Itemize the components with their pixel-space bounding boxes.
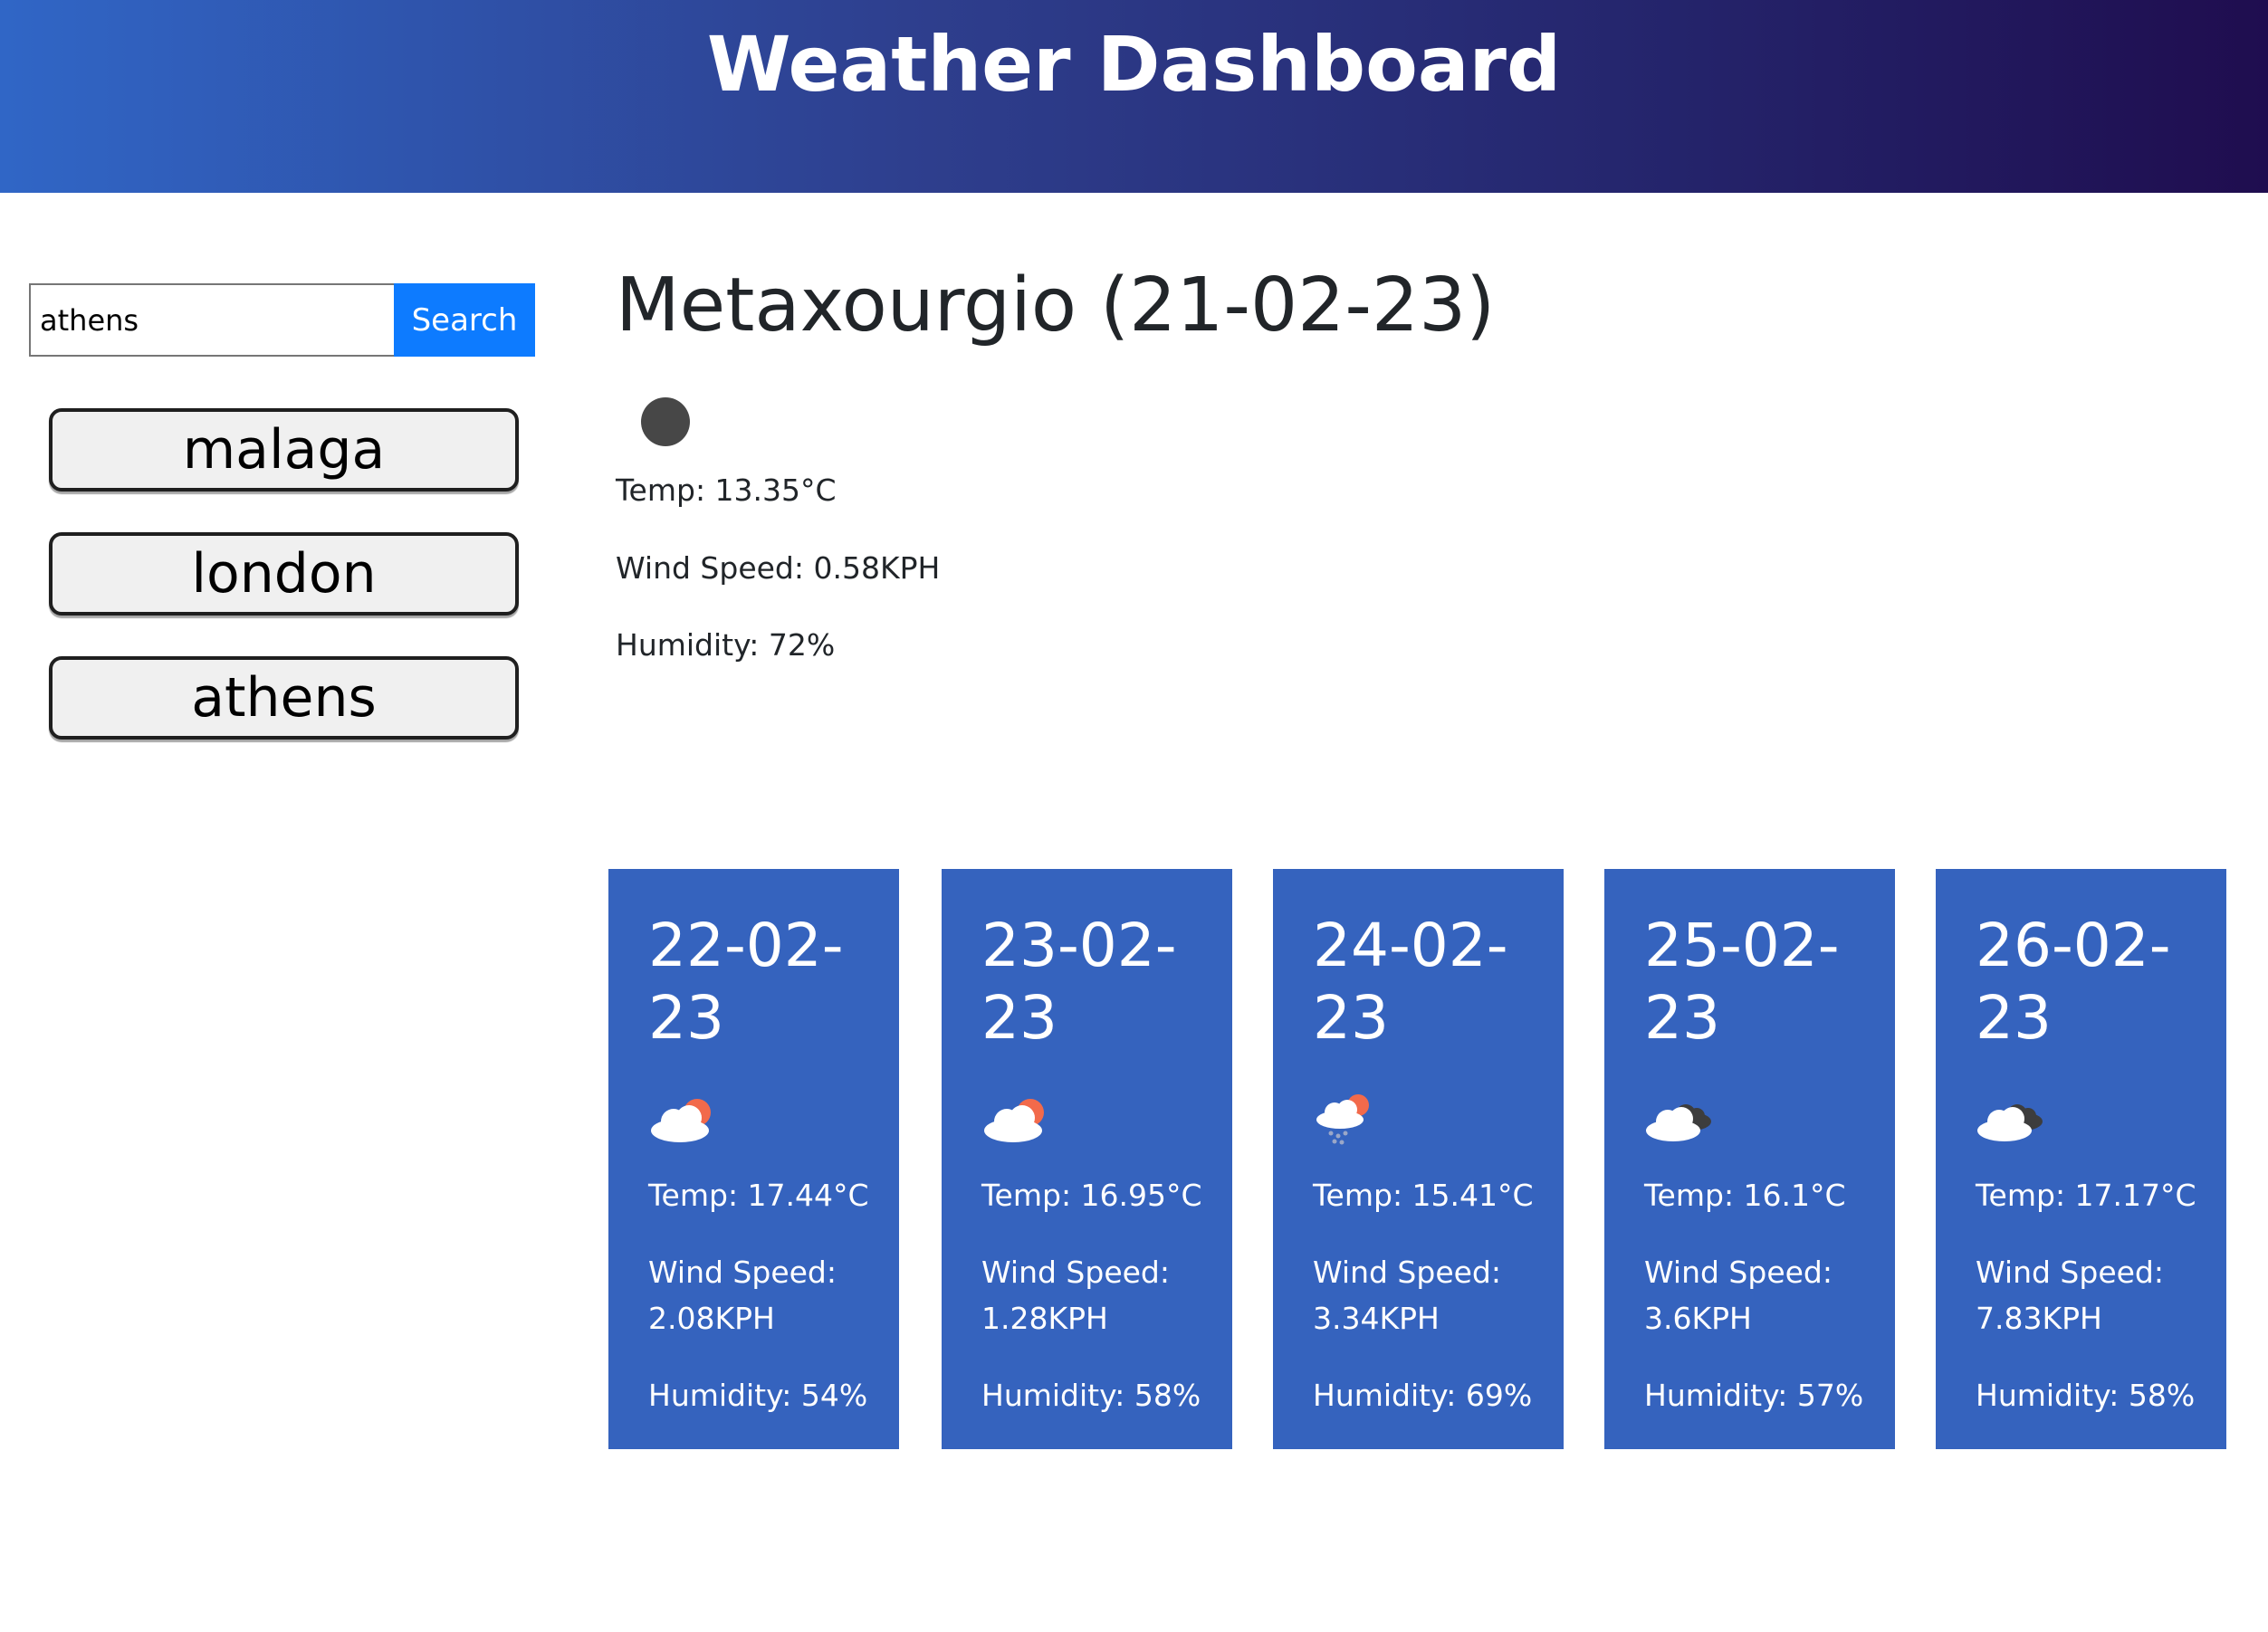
forecast-temp: Temp: 16.95°C bbox=[981, 1178, 1202, 1213]
cloud-with-sun-icon bbox=[981, 1091, 1054, 1145]
forecast-card: 25-02-23 Temp: 16.1°C Wind Speed: 3.6KPH… bbox=[1604, 869, 1895, 1449]
cloud-with-sun-icon bbox=[648, 1091, 721, 1145]
forecast-temp: Temp: 17.17°C bbox=[1976, 1178, 2196, 1213]
forecast-card: 22-02-23 Temp: 17.44°C Wind Speed: 2.08K… bbox=[608, 869, 899, 1449]
forecast-wind-speed: Wind Speed: 3.34KPH bbox=[1313, 1255, 1501, 1336]
search-button[interactable]: Search bbox=[394, 283, 535, 357]
forecast-wind-speed: Wind Speed: 2.08KPH bbox=[648, 1255, 837, 1336]
forecast-date: 23-02-23 bbox=[981, 911, 1177, 1053]
moon-clear-night-icon bbox=[641, 397, 690, 446]
forecast-humidity: Humidity: 54% bbox=[648, 1378, 868, 1413]
forecast-card: 24-02-23 Temp: 15.41°C Wind Speed: 3.34K… bbox=[1273, 869, 1564, 1449]
forecast-date: 26-02-23 bbox=[1976, 911, 2171, 1053]
forecast-temp: Temp: 15.41°C bbox=[1313, 1178, 1534, 1213]
broken-clouds-icon bbox=[1976, 1091, 2048, 1145]
forecast-temp: Temp: 16.1°C bbox=[1644, 1178, 1846, 1213]
history-button-malaga[interactable]: malaga bbox=[49, 408, 519, 492]
forecast-humidity: Humidity: 69% bbox=[1313, 1378, 1533, 1413]
search-input[interactable] bbox=[29, 283, 394, 357]
current-temp: Temp: 13.35°C bbox=[616, 472, 837, 508]
forecast-wind-speed: Wind Speed: 1.28KPH bbox=[981, 1255, 1170, 1336]
forecast-date: 25-02-23 bbox=[1644, 911, 1840, 1053]
forecast-card: 26-02-23 Temp: 17.17°C Wind Speed: 7.83K… bbox=[1936, 869, 2226, 1449]
broken-clouds-icon bbox=[1644, 1091, 1717, 1145]
forecast-date: 24-02-23 bbox=[1313, 911, 1508, 1053]
forecast-card: 23-02-23 Temp: 16.95°C Wind Speed: 1.28K… bbox=[942, 869, 1232, 1449]
forecast-humidity: Humidity: 58% bbox=[981, 1378, 1201, 1413]
forecast-wind-speed: Wind Speed: 3.6KPH bbox=[1644, 1255, 1833, 1336]
page-title: Weather Dashboard bbox=[706, 19, 1562, 109]
current-city-title: Metaxourgio (21-02-23) bbox=[616, 262, 1496, 348]
page-header: Weather Dashboard bbox=[0, 0, 2268, 193]
forecast-date: 22-02-23 bbox=[648, 911, 844, 1053]
current-humidity: Humidity: 72% bbox=[616, 627, 836, 663]
history-button-athens[interactable]: athens bbox=[49, 656, 519, 740]
forecast-wind-speed: Wind Speed: 7.83KPH bbox=[1976, 1255, 2164, 1336]
forecast-humidity: Humidity: 58% bbox=[1976, 1378, 2196, 1413]
rain-cloud-with-sun-icon bbox=[1313, 1091, 1385, 1145]
history-button-london[interactable]: london bbox=[49, 532, 519, 616]
forecast-humidity: Humidity: 57% bbox=[1644, 1378, 1864, 1413]
forecast-temp: Temp: 17.44°C bbox=[648, 1178, 869, 1213]
current-wind-speed: Wind Speed: 0.58KPH bbox=[616, 550, 941, 586]
